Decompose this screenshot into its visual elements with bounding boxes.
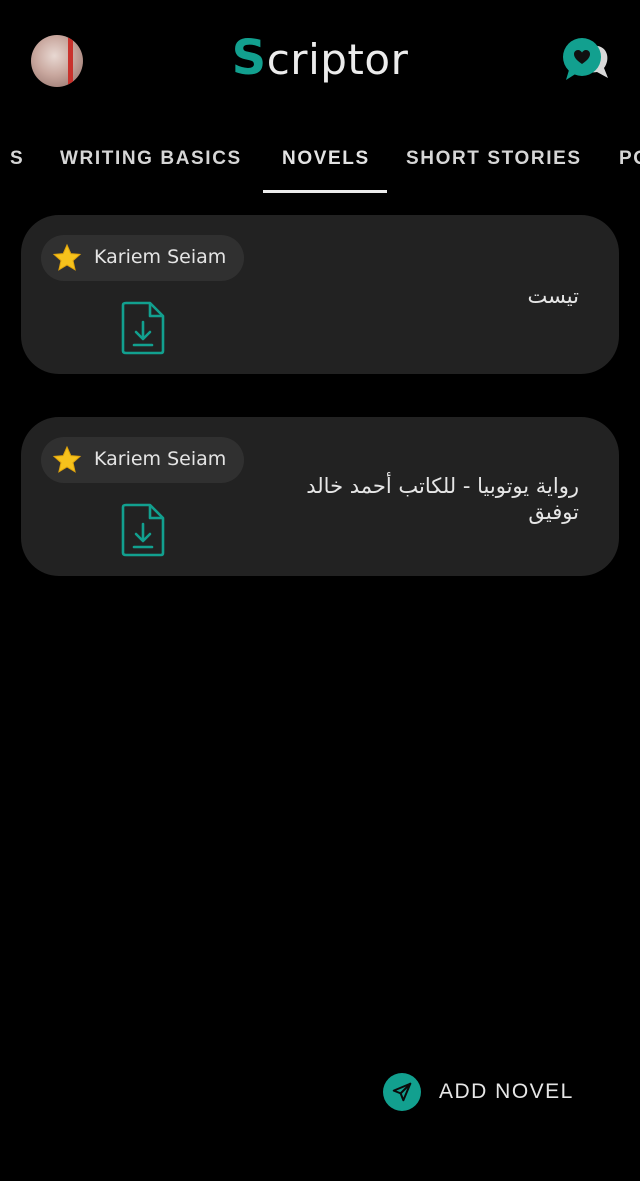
novel-title: تيست <box>527 284 579 308</box>
app-title-rest: criptor <box>266 35 409 84</box>
active-tab-indicator <box>263 190 387 193</box>
tab-writing-basics[interactable]: WRITING BASICS <box>60 148 242 170</box>
tab-next[interactable]: PO <box>619 148 640 170</box>
tab-previous[interactable]: S <box>10 148 24 170</box>
add-novel-button[interactable] <box>383 1073 421 1111</box>
star-icon <box>52 243 82 271</box>
author-name: Kariem Seiam <box>94 448 227 470</box>
file-download-icon[interactable] <box>120 300 166 356</box>
category-tabs: S WRITING BASICS NOVELS SHORT STORIES PO <box>0 130 640 194</box>
add-novel-label[interactable]: ADD NOVEL <box>439 1080 574 1104</box>
novel-card[interactable]: Kariem Seiam تيست <box>21 215 619 374</box>
file-download-icon[interactable] <box>120 502 166 558</box>
send-icon <box>392 1082 412 1102</box>
author-chip[interactable]: Kariem Seiam <box>41 235 244 281</box>
app-title: Scriptor <box>0 30 640 86</box>
app-title-first-letter: S <box>231 30 267 86</box>
novel-card[interactable]: Kariem Seiam رواية يوتوبيا - للكاتب أحمد… <box>21 417 619 576</box>
novel-title: رواية يوتوبيا - للكاتب أحمد خالد توفيق <box>306 474 579 524</box>
chat-heart-icon[interactable] <box>560 36 612 86</box>
author-chip[interactable]: Kariem Seiam <box>41 437 244 483</box>
star-icon <box>52 445 82 473</box>
tab-novels[interactable]: NOVELS <box>282 148 370 170</box>
tab-short-stories[interactable]: SHORT STORIES <box>406 148 582 170</box>
author-name: Kariem Seiam <box>94 246 227 268</box>
